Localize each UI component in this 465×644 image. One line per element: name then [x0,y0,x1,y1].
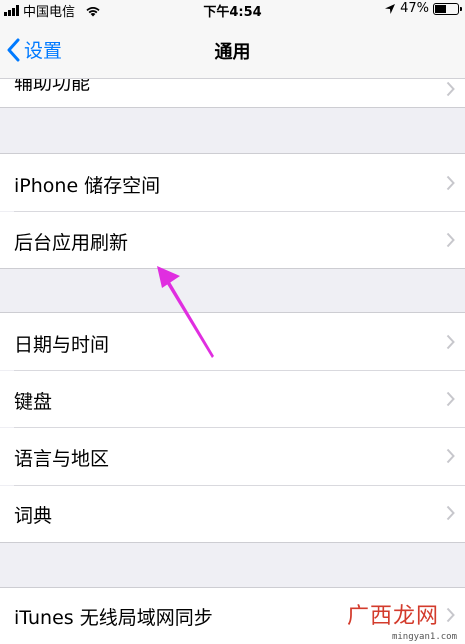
list-item-accessibility[interactable]: 辅助功能 [0,79,465,108]
chevron-right-icon [446,175,455,191]
watermark-url: mingyan1.com [391,632,457,642]
list-item-label: 辅助功能 [14,79,91,94]
annotation-arrow-head [157,266,180,288]
list-item-keyboard[interactable]: 键盘 [0,371,465,427]
list-item-label: 后台应用刷新 [14,232,129,254]
list-item-label: iTunes 无线局域网同步 [14,607,213,629]
list-item-date-time[interactable]: 日期与时间 [0,312,465,370]
page-title: 通用 [214,42,251,63]
navigation-bar: 设置 通用 [0,20,465,79]
battery-fill [435,4,447,13]
list-item-background-app-refresh[interactable]: 后台应用刷新 [0,212,465,269]
chevron-right-icon [446,232,455,248]
watermark: 广西龙网 mingyan1.com [331,602,461,642]
status-right: 47% [384,1,462,16]
status-bar: 中国电信 下午4:54 47% [0,0,465,20]
list-item-label: 日期与时间 [14,334,110,356]
list-item-iphone-storage[interactable]: iPhone 储存空间 [0,153,465,211]
chevron-right-icon [446,81,455,97]
list-item-label: 语言与地区 [14,448,110,470]
watermark-logo: 广西龙网 [346,604,439,629]
chevron-right-icon [446,505,455,521]
battery-percent: 47% [400,1,429,16]
list-item-language-region[interactable]: 语言与地区 [0,428,465,485]
battery-icon [433,2,462,15]
list-item-dictionary[interactable]: 词典 [0,486,465,543]
chevron-right-icon [446,448,455,464]
list-item-label: 键盘 [14,391,53,413]
list-item-label: 词典 [14,505,53,527]
chevron-right-icon [446,391,455,407]
list-item-label: iPhone 储存空间 [14,175,161,197]
chevron-right-icon [446,334,455,350]
location-arrow-icon [385,3,396,14]
